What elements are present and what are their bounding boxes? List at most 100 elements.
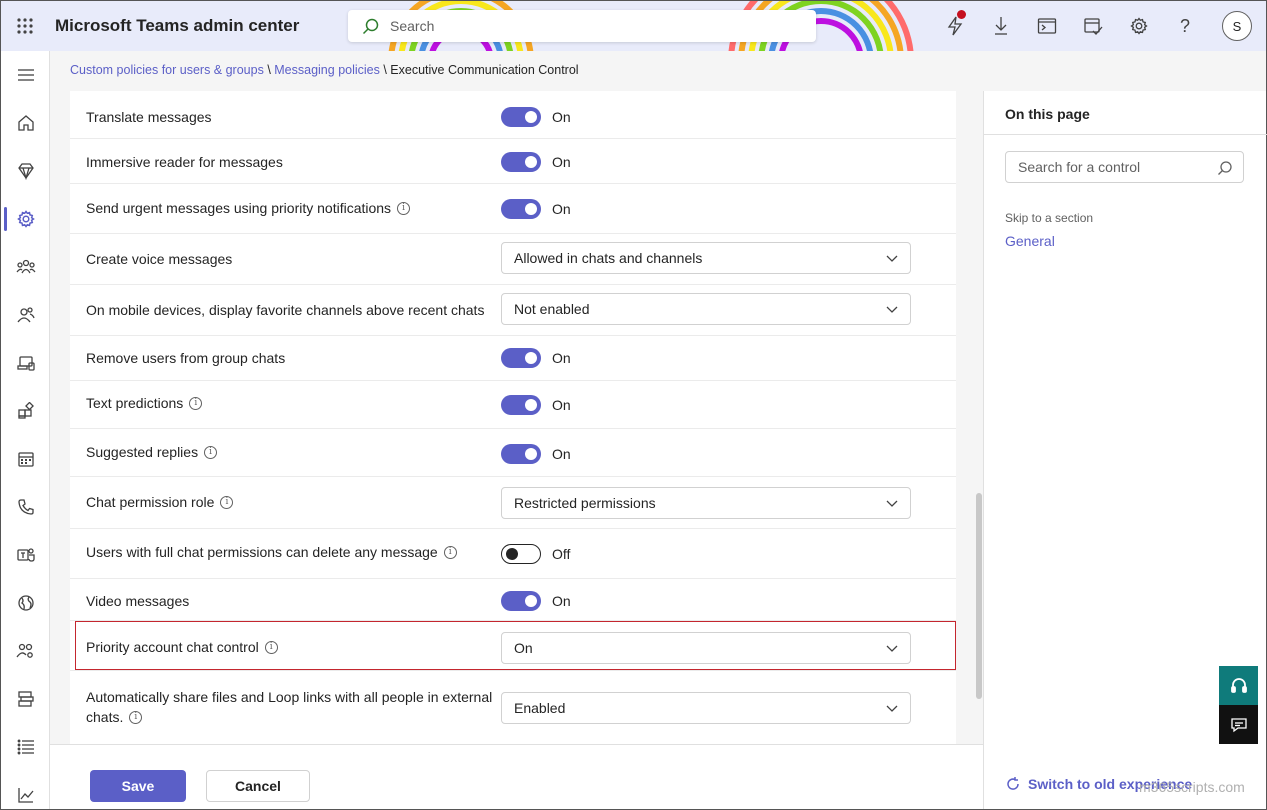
list-icon[interactable] xyxy=(1,723,50,771)
voice-messages-dropdown[interactable]: Allowed in chats and channels xyxy=(501,242,911,274)
search-icon xyxy=(1218,161,1232,175)
chevron-down-icon xyxy=(886,255,898,262)
toggle-switch[interactable] xyxy=(501,199,541,219)
urgent-messages-toggle[interactable]: On xyxy=(501,199,571,219)
panel-title: On this page xyxy=(1005,106,1090,122)
analytics-report-icon[interactable] xyxy=(1,675,50,723)
toggle-state: On xyxy=(552,109,571,125)
terminal-icon[interactable] xyxy=(1024,1,1070,51)
setting-label: Translate messages xyxy=(86,109,212,125)
control-search-placeholder: Search for a control xyxy=(1018,159,1141,175)
feedback-icon xyxy=(1230,717,1247,732)
download-icon[interactable] xyxy=(978,1,1024,51)
breadcrumb: Custom policies for users & groups \ Mes… xyxy=(70,63,579,77)
teams-icon[interactable] xyxy=(1,243,50,291)
toggle-switch[interactable] xyxy=(501,395,541,415)
search-placeholder: Search xyxy=(390,18,435,34)
avatar: S xyxy=(1222,11,1252,41)
devices-icon[interactable] xyxy=(1,339,50,387)
globe-icon[interactable] xyxy=(1,579,50,627)
remove-users-toggle[interactable]: On xyxy=(501,348,571,368)
setting-label-wrap: Chat permission role i xyxy=(86,492,234,512)
toggle-switch[interactable] xyxy=(501,544,541,564)
setting-row-share-files-external: Automatically share files and Loop links… xyxy=(70,671,956,744)
calendar-check-icon[interactable] xyxy=(1070,1,1116,51)
help-icon[interactable]: ? xyxy=(1162,1,1208,51)
suggested-replies-toggle[interactable]: On xyxy=(501,444,571,464)
info-icon[interactable]: i xyxy=(397,201,411,215)
setting-row-immersive-reader: Immersive reader for messages On xyxy=(70,139,956,184)
toggle-switch[interactable] xyxy=(501,444,541,464)
gear-icon[interactable] xyxy=(1,195,50,243)
diamond-icon[interactable] xyxy=(1,147,50,195)
calendar-icon[interactable] xyxy=(1,435,50,483)
cancel-button[interactable]: Cancel xyxy=(206,770,310,802)
dropdown-value: Allowed in chats and channels xyxy=(514,250,703,266)
content-scrollbar[interactable] xyxy=(976,493,982,699)
feedback-button[interactable] xyxy=(1219,705,1258,744)
toggle-switch[interactable] xyxy=(501,152,541,172)
skip-to-section-label: Skip to a section xyxy=(1005,211,1094,225)
info-icon[interactable]: i xyxy=(204,445,218,459)
control-search-input[interactable]: Search for a control xyxy=(1005,151,1244,183)
toggle-state: On xyxy=(552,350,571,366)
delete-any-message-toggle[interactable]: Off xyxy=(501,544,570,564)
panel-divider xyxy=(984,134,1267,135)
info-icon[interactable]: i xyxy=(189,396,203,410)
chart-icon[interactable] xyxy=(1,771,50,810)
apps-icon[interactable] xyxy=(1,387,50,435)
share-files-external-dropdown[interactable]: Enabled xyxy=(501,692,911,724)
users-icon[interactable] xyxy=(1,291,50,339)
account-menu[interactable]: S xyxy=(1208,1,1266,51)
info-icon[interactable]: i xyxy=(220,495,234,509)
info-icon[interactable]: i xyxy=(443,545,457,559)
search-icon xyxy=(362,18,379,35)
people-settings-icon[interactable] xyxy=(1,627,50,675)
settings-icon[interactable] xyxy=(1116,1,1162,51)
refresh-icon xyxy=(1007,777,1019,790)
chevron-down-icon xyxy=(886,306,898,313)
breadcrumb-current: Executive Communication Control xyxy=(390,63,579,77)
app-launcher-icon[interactable] xyxy=(1,1,49,51)
breadcrumb-separator: \ xyxy=(379,63,391,77)
translate-messages-toggle[interactable]: On xyxy=(501,107,571,127)
global-search-input[interactable]: Search xyxy=(348,10,816,42)
setting-label: Send urgent messages using priority noti… xyxy=(86,200,392,216)
dropdown-value: Restricted permissions xyxy=(514,495,656,511)
notification-dot xyxy=(957,10,966,19)
toggle-switch[interactable] xyxy=(501,348,541,368)
top-bar: Microsoft Teams admin center Search ? S xyxy=(1,1,1266,51)
toggle-switch[interactable] xyxy=(501,107,541,127)
whats-new-icon[interactable] xyxy=(932,1,978,51)
setting-row-suggested-replies: Suggested replies i On xyxy=(70,429,956,477)
setting-label-wrap: Suggested replies i xyxy=(86,442,218,462)
setting-row-text-predictions: Text predictions i On xyxy=(70,381,956,429)
immersive-reader-toggle[interactable]: On xyxy=(501,152,571,172)
home-icon[interactable] xyxy=(1,99,50,147)
video-messages-toggle[interactable]: On xyxy=(501,591,571,611)
text-predictions-toggle[interactable]: On xyxy=(501,395,571,415)
setting-row-remove-users: Remove users from group chats On xyxy=(70,336,956,381)
setting-label-line1: Automatically share files and Loop links… xyxy=(86,689,493,705)
teams-logo-icon[interactable] xyxy=(1,531,50,579)
toggle-switch[interactable] xyxy=(501,591,541,611)
setting-label: Video messages xyxy=(86,593,190,609)
help-support-button[interactable] xyxy=(1219,666,1258,705)
setting-label-wrap: Users with full chat permissions can del… xyxy=(86,542,457,562)
chat-permission-role-dropdown[interactable]: Restricted permissions xyxy=(501,487,911,519)
breadcrumb-messaging-policies[interactable]: Messaging policies xyxy=(274,63,380,77)
save-button[interactable]: Save xyxy=(90,770,186,802)
phone-icon[interactable] xyxy=(1,483,50,531)
favorite-channels-dropdown[interactable]: Not enabled xyxy=(501,293,911,325)
setting-row-video-messages: Video messages On xyxy=(70,579,956,621)
watermark: m365scripts.com xyxy=(1139,779,1245,795)
section-link-general[interactable]: General xyxy=(1005,233,1055,249)
breadcrumb-custom-policies[interactable]: Custom policies for users & groups xyxy=(70,63,264,77)
toggle-state: On xyxy=(552,397,571,413)
setting-label: Suggested replies xyxy=(86,444,199,460)
setting-label: On mobile devices, display favorite chan… xyxy=(86,302,485,318)
top-toolbar: ? S xyxy=(932,1,1266,51)
hamburger-icon[interactable] xyxy=(1,51,50,99)
info-icon[interactable]: i xyxy=(129,710,143,724)
setting-label: Users with full chat permissions can del… xyxy=(86,544,438,560)
